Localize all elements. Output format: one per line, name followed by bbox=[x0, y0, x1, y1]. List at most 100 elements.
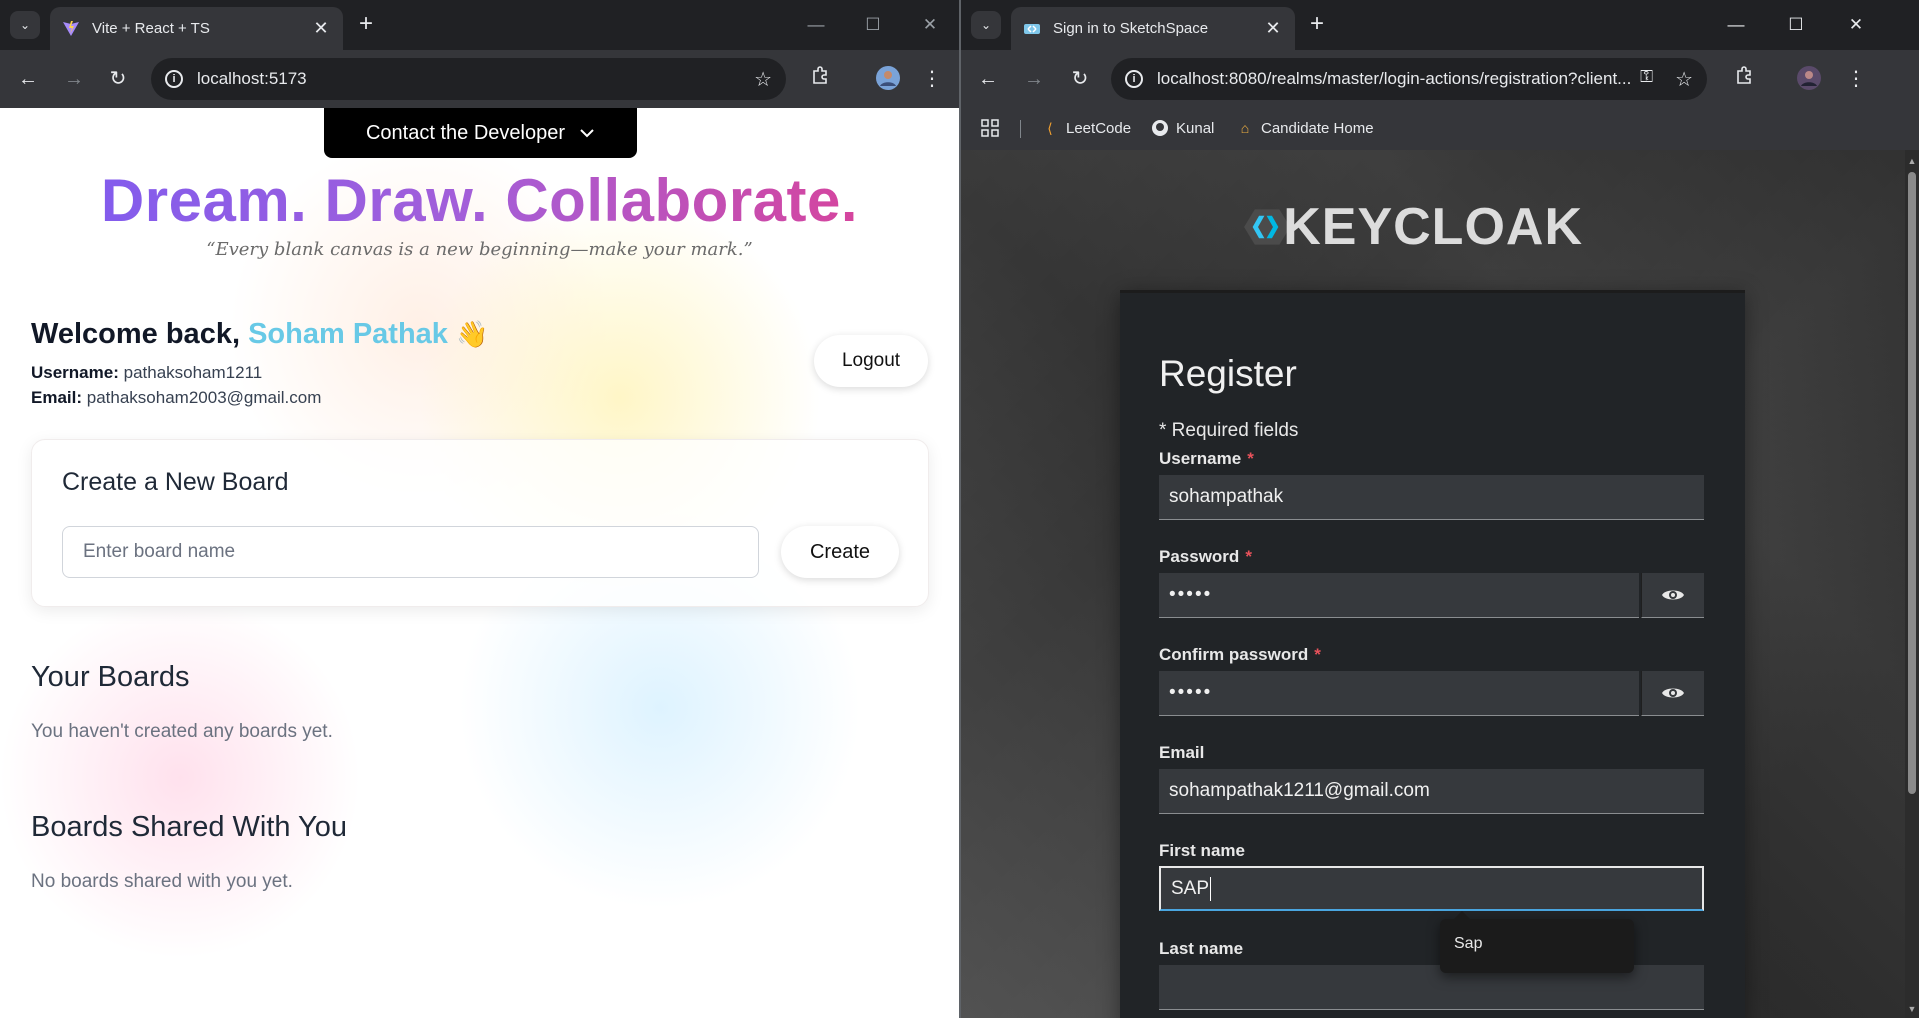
site-info-icon[interactable]: i bbox=[165, 70, 183, 88]
your-boards-empty: You haven't created any boards yet. bbox=[31, 721, 333, 742]
extensions-icon[interactable] bbox=[1731, 65, 1759, 93]
browser-tab-vite[interactable]: Vite + React + TS ✕ bbox=[50, 7, 343, 50]
show-confirm-password-button[interactable] bbox=[1641, 671, 1704, 716]
bookmarks-bar: ⟨ LeetCode Kunal ⌂ Candidate Home bbox=[961, 108, 1919, 150]
maximize-icon[interactable]: ☐ bbox=[1783, 12, 1809, 38]
forward-icon[interactable]: → bbox=[60, 65, 88, 93]
text-caret bbox=[1210, 876, 1212, 901]
welcome-prefix: Welcome back, bbox=[31, 318, 241, 350]
board-name-input[interactable] bbox=[62, 526, 759, 578]
reload-icon[interactable]: ↻ bbox=[1066, 65, 1094, 93]
email-field[interactable]: sohampathak1211@gmail.com bbox=[1159, 769, 1704, 814]
autocomplete-suggestion[interactable]: Sap bbox=[1440, 911, 1634, 973]
profile-avatar[interactable] bbox=[1795, 65, 1823, 93]
first-name-field[interactable]: SAP bbox=[1159, 866, 1704, 911]
contact-developer-button[interactable]: Contact the Developer bbox=[324, 108, 637, 158]
app-page: Contact the Developer Dream. Draw. Colla… bbox=[0, 108, 959, 1018]
scrollbar-thumb[interactable] bbox=[1908, 172, 1916, 794]
maximize-icon[interactable]: ☐ bbox=[860, 12, 886, 38]
browser-tab-sketchspace[interactable]: Sign in to SketchSpace ✕ bbox=[1011, 7, 1295, 50]
register-title: Register bbox=[1159, 353, 1297, 394]
apps-grid-icon[interactable] bbox=[981, 119, 999, 137]
email-value: pathaksoham2003@gmail.com bbox=[86, 388, 322, 407]
profile-avatar[interactable] bbox=[874, 65, 902, 93]
tab-strip: ⌄ Vite + React + TS ✕ + — ☐ ✕ bbox=[0, 0, 959, 50]
back-icon[interactable]: ← bbox=[14, 65, 42, 93]
tab-title: Vite + React + TS bbox=[92, 20, 210, 37]
password-value: ••••• bbox=[1169, 584, 1213, 605]
scroll-down-icon[interactable]: ▼ bbox=[1907, 1004, 1917, 1014]
user-name: Soham Pathak bbox=[248, 318, 448, 350]
shared-boards-heading: Boards Shared With You bbox=[31, 811, 347, 843]
confirm-password-label: Confirm password * bbox=[1159, 645, 1321, 665]
required-marker: * bbox=[1247, 449, 1254, 468]
username-row: Username: pathaksoham1211 bbox=[31, 363, 262, 383]
bookmark-leetcode[interactable]: ⟨ LeetCode bbox=[1041, 119, 1131, 137]
tab-strip: ⌄ Sign in to SketchSpace ✕ + — ☐ ✕ bbox=[961, 0, 1919, 50]
back-icon[interactable]: ← bbox=[974, 65, 1002, 93]
create-board-button[interactable]: Create bbox=[781, 526, 899, 578]
password-key-icon[interactable]: ⚿ bbox=[1640, 67, 1653, 87]
password-field[interactable]: ••••• bbox=[1159, 573, 1639, 618]
browser-toolbar: ← → ↻ i localhost:8080/realms/master/log… bbox=[961, 50, 1919, 108]
new-tab-button[interactable]: + bbox=[1304, 12, 1330, 38]
address-bar[interactable]: i localhost:5173 ☆ bbox=[151, 58, 786, 100]
username-value: pathaksoham1211 bbox=[123, 363, 263, 382]
browser-menu-icon[interactable]: ⋮ bbox=[918, 65, 946, 93]
create-board-card: Create a New Board Create bbox=[31, 439, 929, 607]
show-password-button[interactable] bbox=[1641, 573, 1704, 618]
address-bar[interactable]: i localhost:8080/realms/master/login-act… bbox=[1111, 58, 1707, 100]
username-label: Username: bbox=[31, 363, 119, 382]
bookmark-label: Kunal bbox=[1176, 119, 1215, 137]
bookmark-star-icon[interactable]: ☆ bbox=[754, 67, 772, 92]
bookmark-label: LeetCode bbox=[1066, 119, 1132, 137]
register-form: Register * Required fields Username * soh… bbox=[1120, 290, 1745, 1018]
page-scrollbar[interactable]: ▲ ▼ bbox=[1905, 150, 1919, 1018]
github-icon bbox=[1151, 119, 1169, 137]
forward-icon[interactable]: → bbox=[1020, 65, 1048, 93]
keycloak-logo-text: KEYCLOAK bbox=[1283, 198, 1583, 256]
tab-search-button[interactable]: ⌄ bbox=[10, 11, 40, 39]
email-label: Email bbox=[1159, 743, 1205, 762]
close-window-icon[interactable]: ✕ bbox=[917, 12, 943, 38]
close-tab-icon[interactable]: ✕ bbox=[1263, 18, 1283, 39]
logout-button[interactable]: Logout bbox=[814, 335, 928, 387]
leetcode-icon: ⟨ bbox=[1047, 119, 1053, 136]
email-row: Email: pathaksoham2003@gmail.com bbox=[31, 388, 321, 408]
scroll-up-icon[interactable]: ▲ bbox=[1907, 156, 1917, 166]
hero-title: Dream. Draw. Collaborate. bbox=[0, 166, 959, 235]
url-text: localhost:5173 bbox=[197, 69, 307, 88]
reload-icon[interactable]: ↻ bbox=[104, 65, 132, 93]
candidate-home-icon: ⌂ bbox=[1240, 120, 1250, 136]
shared-boards-empty: No boards shared with you yet. bbox=[31, 871, 293, 892]
right-browser-window: ⌄ Sign in to SketchSpace ✕ + — ☐ ✕ ← → ↻… bbox=[961, 0, 1919, 1018]
eye-icon bbox=[1662, 688, 1684, 698]
site-info-icon[interactable]: i bbox=[1125, 70, 1143, 88]
eye-icon bbox=[1662, 590, 1684, 600]
email-label: Email: bbox=[31, 388, 83, 407]
close-window-icon[interactable]: ✕ bbox=[1843, 12, 1869, 38]
hero-quote: “Every blank canvas is a new beginning—m… bbox=[206, 239, 753, 260]
tab-search-button[interactable]: ⌄ bbox=[971, 11, 1001, 39]
welcome-heading: Welcome back, Soham Pathak 👋 bbox=[31, 318, 488, 351]
minimize-icon[interactable]: — bbox=[1723, 12, 1749, 38]
browser-menu-icon[interactable]: ⋮ bbox=[1842, 65, 1870, 93]
minimize-icon[interactable]: — bbox=[803, 12, 829, 38]
bookmark-kunal[interactable]: Kunal bbox=[1151, 119, 1214, 137]
extensions-icon[interactable] bbox=[807, 65, 835, 93]
new-tab-button[interactable]: + bbox=[353, 12, 379, 38]
bookmark-star-icon[interactable]: ☆ bbox=[1675, 67, 1693, 92]
keycloak-page: KEYCLOAK Register * Required fields User… bbox=[961, 150, 1919, 1018]
password-label-text: Password bbox=[1159, 547, 1240, 566]
first-name-value: SAP bbox=[1171, 877, 1210, 899]
required-marker: * bbox=[1314, 645, 1321, 664]
confirm-password-value: ••••• bbox=[1169, 682, 1213, 703]
bookmark-candidate-home[interactable]: ⌂ Candidate Home bbox=[1236, 119, 1374, 137]
url-text: localhost:8080/realms/master/login-actio… bbox=[1157, 69, 1632, 88]
close-tab-icon[interactable]: ✕ bbox=[311, 18, 331, 39]
username-field[interactable]: sohampathak bbox=[1159, 475, 1704, 520]
username-value: sohampathak bbox=[1169, 486, 1284, 507]
create-board-title: Create a New Board bbox=[62, 468, 289, 496]
your-boards-heading: Your Boards bbox=[31, 661, 190, 693]
confirm-password-field[interactable]: ••••• bbox=[1159, 671, 1639, 716]
